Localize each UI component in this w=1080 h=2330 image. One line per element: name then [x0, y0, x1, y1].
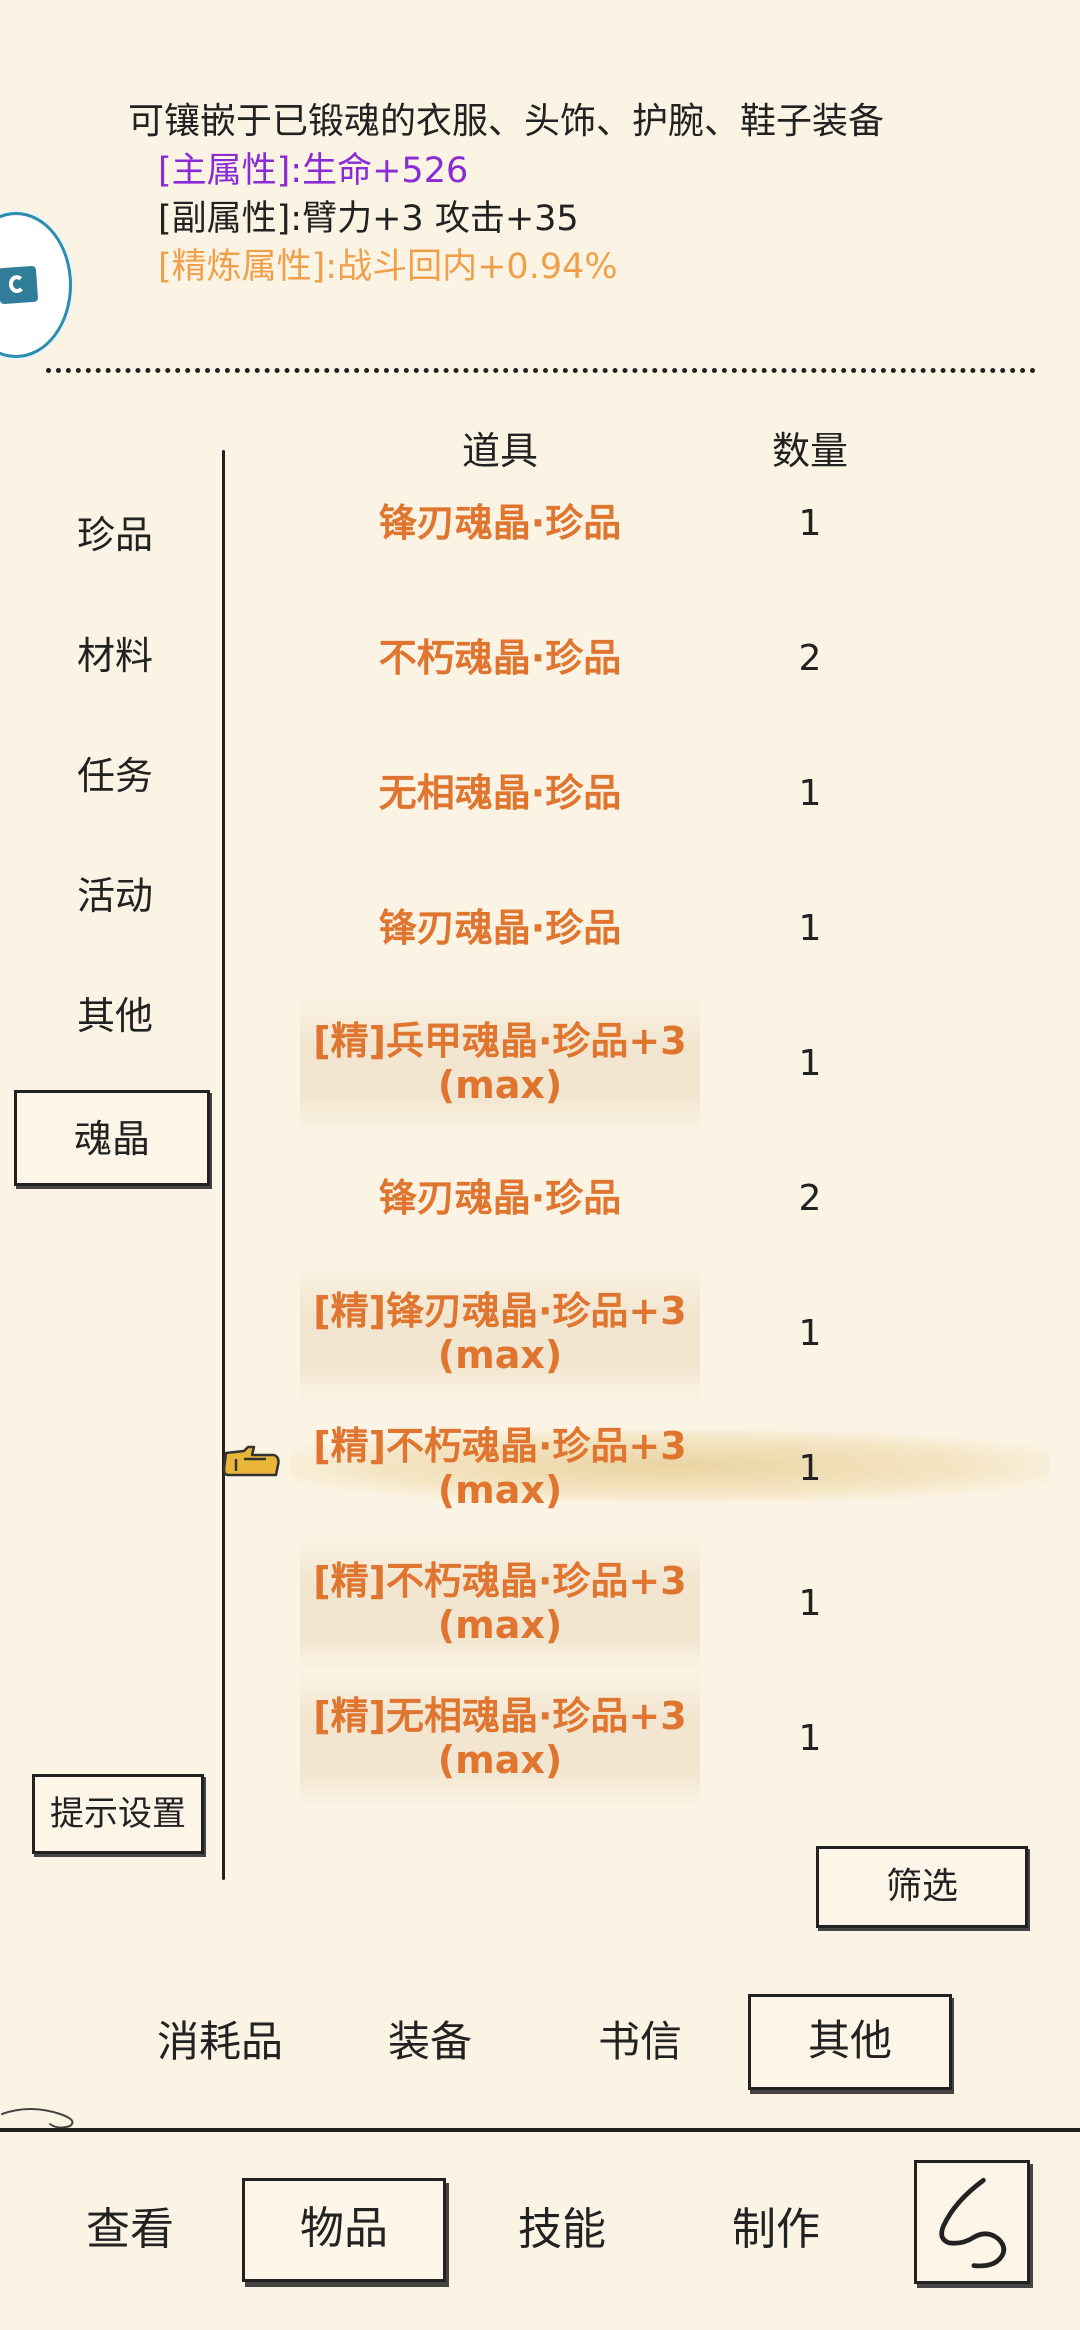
- back-arrow-icon: [939, 2177, 1007, 2269]
- item-name: 锋刃魂晶·珍品: [378, 906, 622, 950]
- item-quantity: 1: [798, 772, 822, 814]
- category-other[interactable]: 其他: [20, 971, 210, 1061]
- tab-letters[interactable]: 书信: [570, 1994, 710, 2090]
- table-row[interactable]: 无相魂晶·珍品 1: [230, 726, 1040, 860]
- category-quest[interactable]: 任务: [20, 731, 210, 821]
- vertical-divider: [222, 450, 225, 1880]
- item-name: 无相魂晶·珍品: [378, 771, 622, 815]
- item-quantity: 1: [798, 1312, 822, 1354]
- item-quantity: 1: [798, 1582, 822, 1624]
- tab-consumables[interactable]: 消耗品: [140, 1994, 300, 2090]
- item-description: 可镶嵌于已锻魂的衣服、头饰、护腕、鞋子装备: [128, 101, 885, 142]
- item-name: [精]无相魂晶·珍品+3 (max): [300, 1671, 700, 1805]
- table-row[interactable]: 锋刃魂晶·珍品 1: [230, 861, 1040, 995]
- dotted-divider: [46, 368, 1036, 373]
- item-name: [精]不朽魂晶·珍品+3 (max): [313, 1424, 687, 1512]
- item-quantity: 1: [798, 907, 822, 949]
- item-name: [精]兵甲魂晶·珍品+3 (max): [300, 996, 700, 1130]
- table-row[interactable]: 锋刃魂晶·珍品 1: [230, 456, 1040, 590]
- item-name: 锋刃魂晶·珍品: [378, 501, 622, 545]
- table-row[interactable]: [精]锋刃魂晶·珍品+3 (max) 1: [230, 1266, 1040, 1400]
- sub-attribute: [副属性]:臂力+3 攻击+35: [158, 199, 579, 239]
- hand-pointer-icon: [222, 1445, 280, 1477]
- category-treasure[interactable]: 珍品: [20, 490, 210, 580]
- table-row[interactable]: 不朽魂晶·珍品 2: [230, 591, 1040, 725]
- hint-settings-button[interactable]: 提示设置: [32, 1774, 204, 1854]
- tab-other[interactable]: 其他: [748, 1994, 952, 2090]
- category-materials[interactable]: 材料: [20, 611, 210, 701]
- nav-items[interactable]: 物品: [242, 2178, 446, 2282]
- refine-attribute: [精炼属性]:战斗回内+0.94%: [158, 247, 618, 287]
- item-name: [精]锋刃魂晶·珍品+3 (max): [300, 1266, 700, 1400]
- floating-app-badge-icon[interactable]: [0, 212, 72, 358]
- table-row[interactable]: [精]不朽魂晶·珍品+3 (max) 1: [230, 1536, 1040, 1670]
- item-quantity: 2: [798, 1177, 822, 1219]
- item-quantity: 2: [798, 637, 822, 679]
- item-quantity: 1: [798, 1042, 822, 1084]
- table-row[interactable]: [精]兵甲魂晶·珍品+3 (max) 1: [230, 996, 1040, 1130]
- filter-button[interactable]: 筛选: [816, 1846, 1028, 1928]
- item-name: 不朽魂晶·珍品: [378, 636, 622, 680]
- item-name: [精]不朽魂晶·珍品+3 (max): [300, 1536, 700, 1670]
- category-event[interactable]: 活动: [20, 851, 210, 941]
- nav-view[interactable]: 查看: [60, 2178, 200, 2282]
- item-quantity: 1: [798, 1447, 822, 1489]
- item-name: 锋刃魂晶·珍品: [378, 1176, 622, 1220]
- table-row[interactable]: [精]无相魂晶·珍品+3 (max) 1: [230, 1671, 1040, 1805]
- table-row[interactable]: 锋刃魂晶·珍品 2: [230, 1131, 1040, 1265]
- table-row-selected[interactable]: [精]不朽魂晶·珍品+3 (max) 1: [222, 1401, 1050, 1535]
- nav-craft[interactable]: 制作: [706, 2178, 846, 2282]
- tab-equipment[interactable]: 装备: [360, 1994, 500, 2090]
- main-attribute: [主属性]:生命+526: [158, 151, 469, 191]
- nav-skills[interactable]: 技能: [492, 2178, 632, 2282]
- category-soul-crystal[interactable]: 魂晶: [14, 1090, 210, 1186]
- item-quantity: 1: [798, 1717, 822, 1759]
- item-quantity: 1: [798, 502, 822, 544]
- back-button[interactable]: [914, 2160, 1030, 2284]
